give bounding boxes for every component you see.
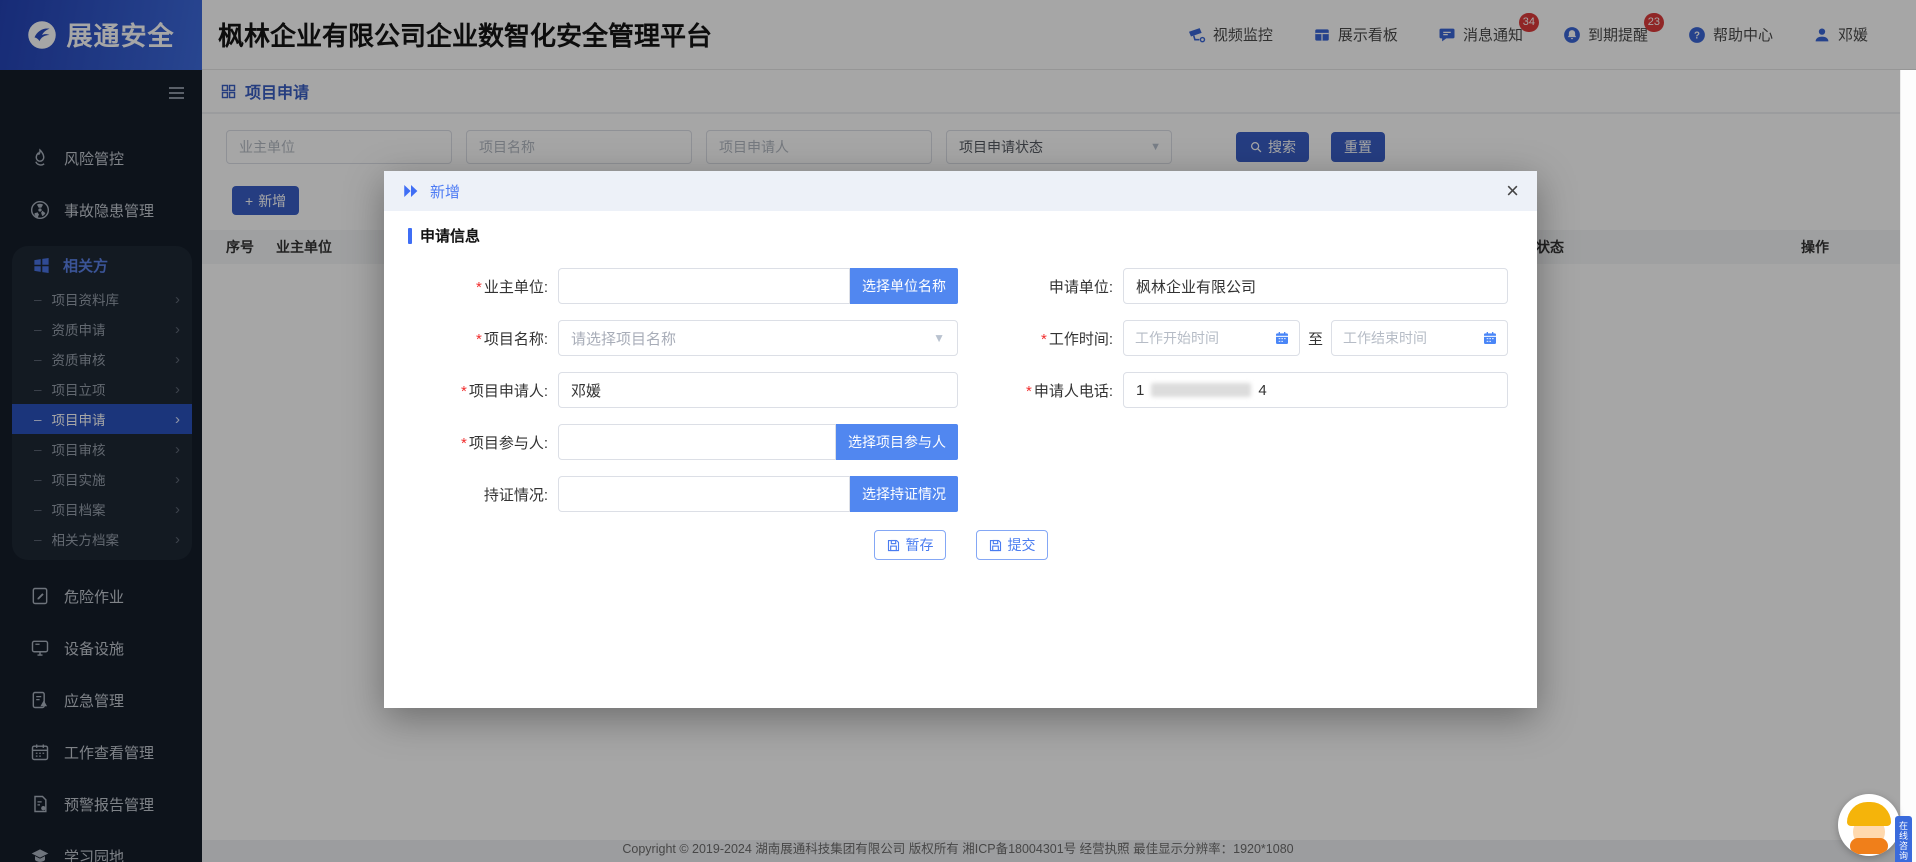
double-chevron-icon: [402, 182, 420, 200]
save-draft-button[interactable]: 暂存: [874, 530, 946, 560]
required-mark: *: [1026, 383, 1032, 400]
work-time-field: 工作开始时间 至 工作结束时间: [1123, 320, 1508, 356]
chevron-down-icon: ▼: [933, 331, 945, 345]
calendar-icon: [1482, 330, 1498, 346]
cert-input[interactable]: [558, 476, 850, 512]
applicant-field: [558, 372, 958, 408]
modal-header: 新增 ×: [384, 171, 1537, 211]
section-bar: [408, 228, 412, 244]
floppy-icon: [886, 538, 901, 553]
phone-prefix: 1: [1136, 382, 1144, 399]
floppy-icon: [988, 538, 1003, 553]
modal-title: 新增: [430, 181, 460, 202]
section-title: 申请信息: [420, 225, 480, 246]
project-name-select[interactable]: 请选择项目名称 ▼: [558, 320, 958, 356]
required-mark: *: [461, 383, 467, 400]
select-owner-unit-button[interactable]: 选择单位名称: [850, 268, 958, 304]
add-modal: 新增 × 申请信息 *业主单位: 选择单位名称 申请单位: *项目名称: 请选择…: [384, 171, 1537, 708]
modal-body: 申请信息 *业主单位: 选择单位名称 申请单位: *项目名称: 请选择项目名称 …: [384, 211, 1537, 560]
project-name-label: *项目名称:: [408, 328, 558, 349]
work-start-placeholder: 工作开始时间: [1135, 328, 1219, 348]
customer-service-widget[interactable]: 在线咨询: [1838, 794, 1912, 862]
work-start-datepicker[interactable]: 工作开始时间: [1123, 320, 1300, 356]
save-draft-label: 暂存: [906, 535, 934, 555]
owner-unit-input[interactable]: [558, 268, 850, 304]
modal-buttons: 暂存 提交: [408, 530, 1513, 560]
applicant-label: *项目申请人:: [408, 380, 558, 401]
select-participants-button[interactable]: 选择项目参与人: [836, 424, 958, 460]
participants-input[interactable]: [558, 424, 836, 460]
phone-suffix: 4: [1258, 382, 1266, 399]
required-mark: *: [476, 279, 482, 296]
required-mark: *: [476, 331, 482, 348]
participants-field: 选择项目参与人: [558, 424, 958, 460]
scrollbar-track[interactable]: [1900, 70, 1916, 862]
apply-unit-label: 申请单位:: [1008, 276, 1123, 297]
close-icon[interactable]: ×: [1506, 180, 1519, 202]
work-time-label: *工作时间:: [1008, 328, 1123, 349]
to-label: 至: [1308, 328, 1323, 349]
online-consult-tag[interactable]: 在线咨询: [1895, 816, 1912, 862]
project-name-placeholder: 请选择项目名称: [571, 328, 676, 349]
calendar-icon: [1274, 330, 1290, 346]
required-mark: *: [461, 435, 467, 452]
apply-unit-input[interactable]: [1123, 268, 1508, 304]
owner-unit-label: *业主单位:: [408, 276, 558, 297]
cert-label: 持证情况:: [408, 484, 558, 505]
application-form: *业主单位: 选择单位名称 申请单位: *项目名称: 请选择项目名称 ▼ *工作…: [408, 268, 1513, 512]
participants-label: *项目参与人:: [408, 432, 558, 453]
apply-unit-field: [1123, 268, 1508, 304]
owner-unit-field: 选择单位名称: [558, 268, 958, 304]
work-end-datepicker[interactable]: 工作结束时间: [1331, 320, 1508, 356]
select-cert-button[interactable]: 选择持证情况: [850, 476, 958, 512]
project-name-field: 请选择项目名称 ▼: [558, 320, 958, 356]
redacted-block: [1151, 383, 1251, 397]
submit-button[interactable]: 提交: [976, 530, 1048, 560]
section-title-row: 申请信息: [408, 225, 1513, 246]
submit-label: 提交: [1008, 535, 1036, 555]
cert-field: 选择持证情况: [558, 476, 958, 512]
required-mark: *: [1041, 331, 1047, 348]
work-end-placeholder: 工作结束时间: [1343, 328, 1427, 348]
phone-label: *申请人电话:: [1008, 380, 1123, 401]
phone-input[interactable]: 1 4: [1123, 372, 1508, 408]
applicant-input[interactable]: [558, 372, 958, 408]
phone-field: 1 4: [1123, 372, 1508, 408]
customer-service-avatar-icon: [1838, 794, 1900, 856]
